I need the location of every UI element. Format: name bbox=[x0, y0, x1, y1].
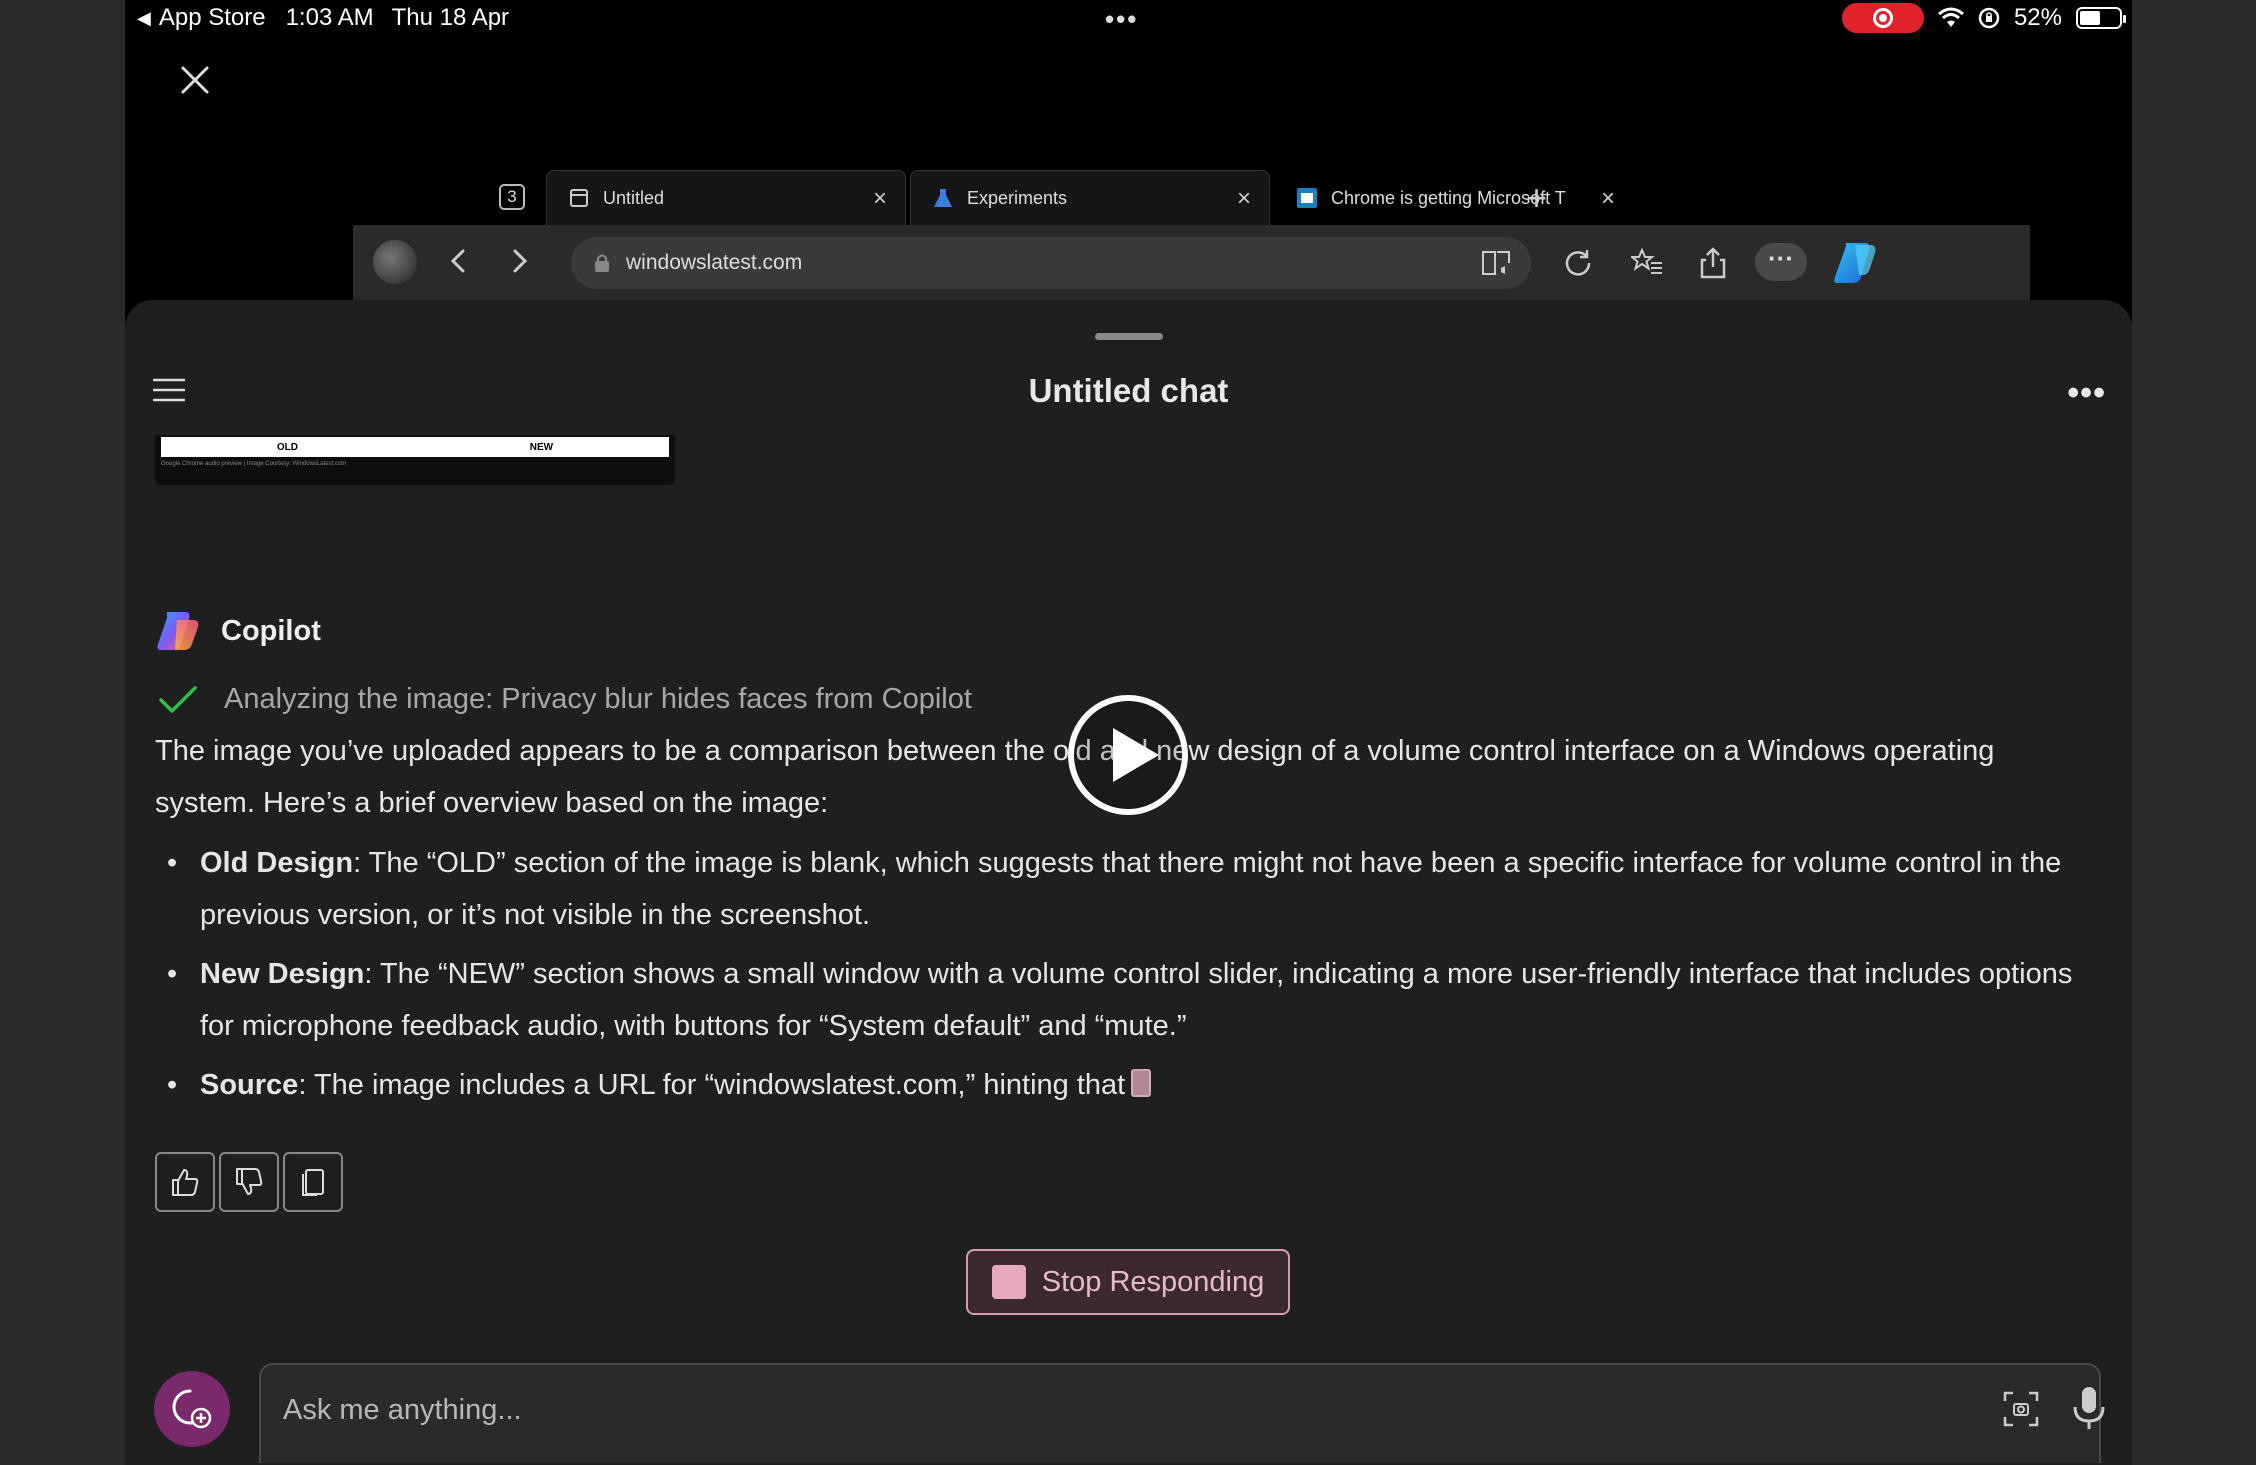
status-time: 1:03 AM bbox=[285, 4, 374, 31]
bullet-text: : The “NEW” section shows a small window… bbox=[200, 958, 2073, 1042]
bullet-title: Old Design bbox=[200, 847, 354, 879]
screen: ◀ App Store 1:03 AM Thu 18 Apr ••• 52% 3… bbox=[0, 0, 2256, 1465]
analysis-status-text: Analyzing the image: Privacy blur hides … bbox=[224, 683, 972, 715]
close-icon[interactable] bbox=[177, 62, 213, 98]
image-scan-icon[interactable] bbox=[2001, 1389, 2041, 1429]
lock-icon bbox=[595, 254, 609, 272]
copilot-logo-icon bbox=[157, 612, 199, 650]
new-topic-button[interactable] bbox=[154, 1371, 230, 1447]
new-tab-icon[interactable]: + bbox=[1526, 177, 1547, 219]
new-chat-icon bbox=[172, 1389, 212, 1429]
assistant-name: Copilot bbox=[221, 614, 321, 647]
thumbs-down-icon bbox=[236, 1168, 263, 1195]
chat-title: Untitled chat bbox=[1028, 372, 1229, 409]
battery-icon bbox=[2076, 7, 2126, 29]
chat-input-box[interactable] bbox=[259, 1363, 2105, 1463]
status-left: ◀ App Store 1:03 AM Thu 18 Apr bbox=[137, 4, 509, 32]
url-text: windowslatest.com bbox=[626, 251, 803, 274]
typing-cursor bbox=[1131, 1069, 1152, 1097]
back-arrow-icon[interactable]: ◀ bbox=[137, 8, 151, 29]
more-options-icon[interactable]: ••• bbox=[2067, 374, 2106, 413]
stop-icon bbox=[991, 1265, 1026, 1299]
feedback-actions bbox=[155, 1152, 343, 1212]
tab-count-button[interactable]: 3 bbox=[499, 184, 525, 210]
multitasking-dots-icon[interactable]: ••• bbox=[1105, 4, 1138, 35]
bullet-title: New Design bbox=[200, 958, 365, 990]
bullet-source: Source: The image includes a URL for “wi… bbox=[155, 1059, 2085, 1111]
refresh-icon[interactable] bbox=[1563, 247, 1593, 277]
favorites-icon[interactable] bbox=[1631, 247, 1663, 277]
bullet-old-design: Old Design: The “OLD” section of the ima… bbox=[155, 837, 2085, 941]
immersive-reader-icon[interactable] bbox=[1481, 249, 1513, 277]
more-menu-icon[interactable]: ··· bbox=[1755, 243, 1807, 281]
new-label: NEW bbox=[529, 441, 554, 453]
address-bar[interactable]: windowslatest.com bbox=[571, 237, 1531, 289]
tab-untitled[interactable]: Untitled × bbox=[546, 170, 906, 225]
thumbs-up-button[interactable] bbox=[155, 1152, 215, 1212]
thumbs-up-icon bbox=[172, 1169, 199, 1196]
response-bullets: Old Design: The “OLD” section of the ima… bbox=[155, 837, 2085, 1111]
back-app-label[interactable]: App Store bbox=[159, 4, 266, 32]
tab-close-icon[interactable]: × bbox=[1601, 185, 1615, 213]
orientation-lock-icon bbox=[1978, 7, 2000, 29]
bullet-text: : The “OLD” section of the image is blan… bbox=[200, 847, 2062, 931]
tab-close-icon[interactable]: × bbox=[873, 185, 887, 213]
bullet-text: : The image includes a URL for “windowsl… bbox=[298, 1069, 1126, 1101]
stop-responding-button[interactable]: Stop Responding bbox=[966, 1249, 1290, 1315]
copy-icon bbox=[302, 1169, 324, 1196]
tab-close-icon[interactable]: × bbox=[1237, 185, 1251, 213]
copilot-sheet: Untitled chat ••• OLD NEW Google Chrome … bbox=[125, 300, 2132, 1465]
forward-icon[interactable] bbox=[505, 247, 533, 275]
tab-experiments[interactable]: Experiments × bbox=[910, 170, 1270, 225]
copilot-icon[interactable] bbox=[1831, 239, 1879, 285]
copy-button[interactable] bbox=[283, 1152, 343, 1212]
tab-label: Untitled bbox=[603, 187, 665, 208]
site-favicon-icon bbox=[1297, 188, 1317, 208]
share-icon[interactable] bbox=[1699, 247, 1727, 279]
page-icon bbox=[570, 189, 588, 207]
thumbs-down-button[interactable] bbox=[219, 1152, 279, 1212]
bullet-new-design: New Design: The “NEW” section shows a sm… bbox=[155, 948, 2085, 1052]
chat-input[interactable] bbox=[283, 1387, 1883, 1433]
bullet-title: Source bbox=[200, 1069, 299, 1101]
tab-strip: 3 Untitled × Experiments × Chrome is get… bbox=[353, 165, 2030, 225]
stop-label: Stop Responding bbox=[1041, 1265, 1265, 1298]
status-date: Thu 18 Apr bbox=[391, 4, 510, 31]
sheet-grabber[interactable] bbox=[1095, 333, 1163, 340]
image-caption: Google Chrome audio preview | Image Cour… bbox=[161, 461, 347, 467]
screen-record-icon[interactable] bbox=[1841, 3, 1924, 33]
status-bar: ◀ App Store 1:03 AM Thu 18 Apr ••• 52% bbox=[125, 0, 2132, 38]
back-icon[interactable] bbox=[445, 247, 473, 275]
uploaded-image-thumbnail[interactable]: OLD NEW Google Chrome audio preview | Im… bbox=[155, 435, 675, 485]
profile-avatar[interactable] bbox=[373, 240, 417, 284]
analysis-status: Analyzing the image: Privacy blur hides … bbox=[158, 683, 972, 716]
play-icon[interactable] bbox=[1067, 694, 1189, 816]
ipad-screen: ◀ App Store 1:03 AM Thu 18 Apr ••• 52% 3… bbox=[125, 0, 2132, 1465]
battery-percent: 52% bbox=[2013, 4, 2062, 31]
tab-label: Experiments bbox=[967, 187, 1068, 208]
flask-icon bbox=[934, 189, 952, 207]
wifi-icon bbox=[1937, 7, 1964, 27]
assistant-header: Copilot bbox=[155, 610, 321, 652]
microphone-icon[interactable] bbox=[2069, 1385, 2109, 1431]
checkmark-icon bbox=[159, 685, 197, 713]
image-label-strip: OLD NEW bbox=[161, 437, 669, 457]
browser-toolbar: windowslatest.com ··· bbox=[353, 225, 2030, 300]
tab-chrome-article[interactable]: Chrome is getting Microsoft T × bbox=[1274, 170, 1634, 225]
status-right: 52% bbox=[1841, 3, 2126, 33]
old-label: OLD bbox=[276, 441, 298, 453]
browser-window-preview: 3 Untitled × Experiments × Chrome is get… bbox=[353, 165, 2030, 300]
